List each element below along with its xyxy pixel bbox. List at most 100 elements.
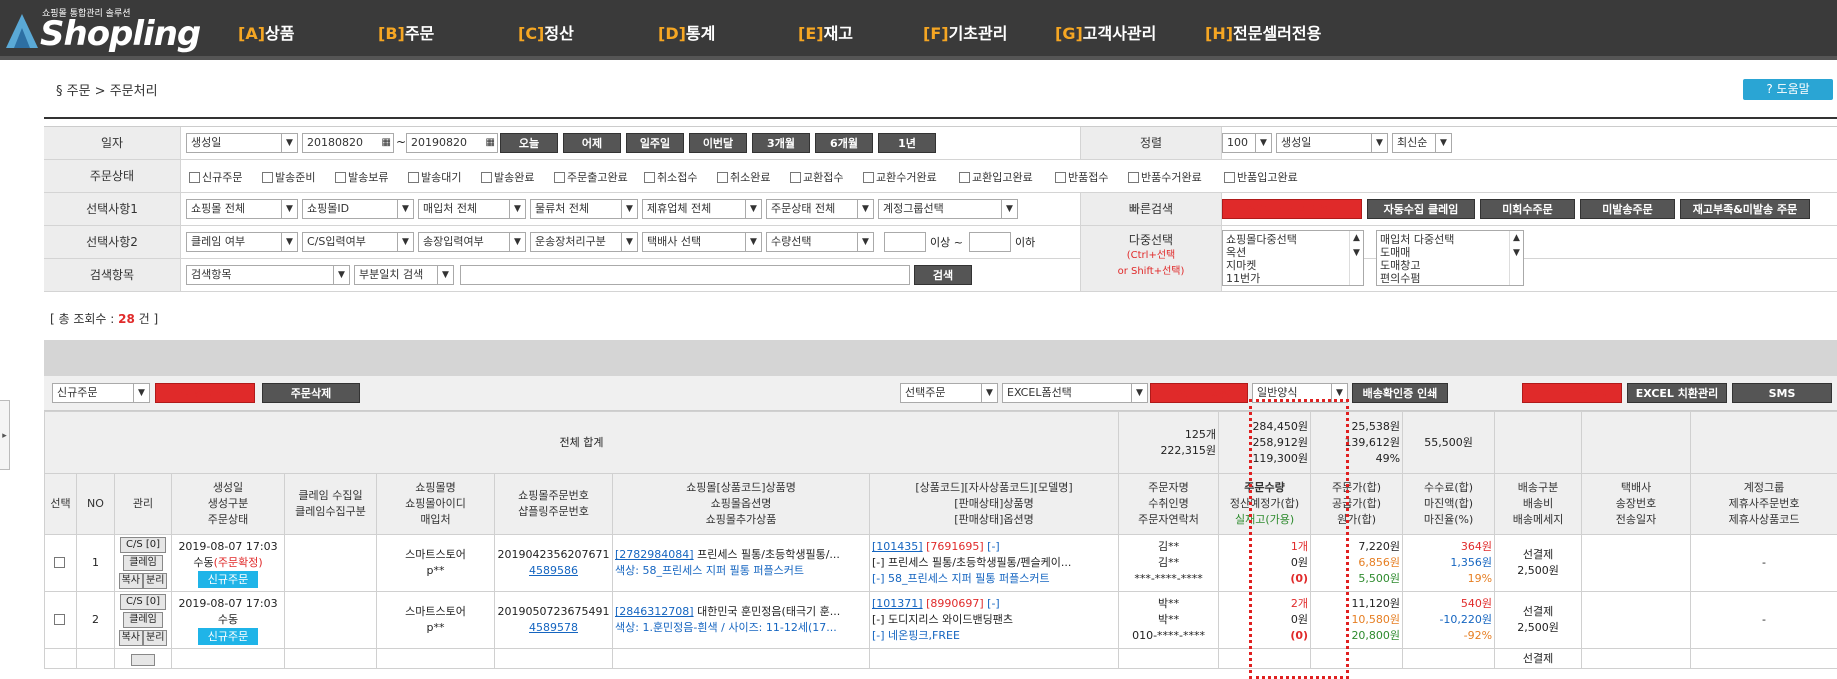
status-checkbox-cancel-req[interactable]: 취소접수 [644, 169, 697, 185]
select-order-select[interactable]: 선택주문 ▼ [900, 383, 998, 403]
status-checkbox-exchange-req[interactable]: 교환접수 [790, 169, 843, 185]
claim-button[interactable]: 클레임 [123, 555, 163, 571]
chevron-down-icon: ▼ [857, 233, 873, 251]
table-row: 선결제 [44, 648, 1837, 669]
excel-form-mgmt-button[interactable]: EXCEL 폼관리 [1522, 383, 1622, 403]
cs-select[interactable]: C/S입력여부 ▼ [302, 232, 414, 252]
courier-select[interactable]: 택배사 선택 ▼ [642, 232, 762, 252]
week-button[interactable]: 일주일 [626, 133, 684, 153]
menu-basic-management[interactable]: [F]기초관리 [923, 20, 1007, 44]
print-button[interactable]: 배송확인증 인쇄 [1352, 383, 1448, 403]
unshipped-button[interactable]: 미발송주문 [1580, 199, 1675, 219]
status-checkbox-ready[interactable]: 발송준비 [262, 169, 315, 185]
claim-button[interactable]: 클레임 [123, 612, 163, 628]
status-checkbox-exchange-collect[interactable]: 교환수거완료 [863, 169, 937, 185]
mall-multi-select[interactable]: 쇼핑몰다중선택 옥션 지마켓 11번가 ▲ ▼ [1222, 230, 1364, 286]
stock-shortage-button[interactable]: 재고부족&미발송 주문 [1680, 199, 1810, 219]
new-order-select[interactable]: 신규주문 ▼ [52, 383, 150, 403]
6month-button[interactable]: 6개월 [815, 133, 873, 153]
mall-product-code-link[interactable]: [2846312708] [615, 605, 694, 618]
unreturned-button[interactable]: 미회수주문 [1480, 199, 1575, 219]
this-month-button[interactable]: 이번달 [689, 133, 747, 153]
mall-select[interactable]: 쇼핑몰 전체 ▼ [186, 199, 298, 219]
qty-min-input[interactable] [884, 232, 926, 252]
status-checkbox-return-in[interactable]: 반품입고완료 [1224, 169, 1298, 185]
shopling-order-link[interactable]: 4589578 [497, 620, 610, 636]
status-checkbox-shipped[interactable]: 발송완료 [481, 169, 534, 185]
order-status-select[interactable]: 주문상태 전체 ▼ [766, 199, 874, 219]
menu-settlement[interactable]: [C]정산 [518, 20, 574, 44]
claim-select[interactable]: 클레임 여부 ▼ [186, 232, 298, 252]
status-checkbox-released[interactable]: 주문출고완료 [554, 169, 628, 185]
status-checkbox-cancel-done[interactable]: 취소완료 [717, 169, 770, 185]
copy-button[interactable]: 복사 [118, 630, 143, 646]
chevron-down-icon: ▼ [857, 200, 873, 218]
product-code-link[interactable]: [101371] [872, 597, 923, 610]
side-collapse-tab[interactable]: ▸ [0, 400, 10, 470]
excel-replace-button[interactable]: EXCEL 치환관리 [1627, 383, 1727, 403]
sort-order-select[interactable]: 최신순 ▼ [1392, 133, 1452, 153]
excel-save-button[interactable]: EXCEL 저장 [1150, 383, 1248, 403]
logistics-select[interactable]: 물류처 전체 ▼ [530, 199, 638, 219]
cs-button[interactable]: C/S [0] [119, 537, 167, 553]
shopling-order-link[interactable]: 4589586 [497, 563, 610, 579]
menu-client-management[interactable]: [G]고객사관리 [1055, 20, 1156, 44]
split-button[interactable]: 분리 [143, 630, 168, 646]
search-mode-select[interactable]: 부분일치 검색 ▼ [354, 265, 454, 285]
mall-product-code-link[interactable]: [2782984084] [615, 548, 694, 561]
change-status-button[interactable]: 주문상태변경 [155, 383, 255, 403]
cs-button[interactable]: C/S [0] [119, 594, 167, 610]
vendor-multi-select[interactable]: 매입처 다중선택 도매매 도매창고 편의수펌 ▲ ▼ [1376, 230, 1524, 286]
search-input[interactable] [460, 265, 910, 285]
search-button[interactable]: 검색 [914, 265, 972, 285]
copy-button[interactable]: 복사 [118, 573, 143, 589]
sort-field-select[interactable]: 생성일 ▼ [1276, 133, 1388, 153]
menu-inventory[interactable]: [E]재고 [798, 20, 853, 44]
3month-button[interactable]: 3개월 [752, 133, 810, 153]
vendor-select[interactable]: 매입처 전체 ▼ [418, 199, 526, 219]
row-product: [101435] [7691695] [-] [-] 프린세스 필통/초등학생필통… [868, 534, 1120, 592]
scrollbar[interactable]: ▲ ▼ [1509, 231, 1523, 285]
partner-select[interactable]: 제휴업체 전체 ▼ [642, 199, 762, 219]
mall-id-select[interactable]: 쇼핑몰ID ▼ [302, 199, 414, 219]
auto-claim-button[interactable]: 자동수집 클레임 [1367, 199, 1475, 219]
invoice-select[interactable]: 송장입력여부 ▼ [418, 232, 526, 252]
quantity-select[interactable]: 수량선택 ▼ [766, 232, 874, 252]
status-badge[interactable]: 신규주문 [197, 627, 259, 645]
help-button[interactable]: ? 도움말 [1743, 79, 1833, 100]
split-button[interactable]: 분리 [143, 573, 168, 589]
account-group-select[interactable]: 계정그룹선택 ▼ [878, 199, 1018, 219]
menu-statistics[interactable]: [D]통계 [658, 20, 715, 44]
status-checkbox-new[interactable]: 신규주문 [189, 169, 242, 185]
status-badge[interactable]: 신규주문 [197, 570, 259, 588]
date-type-select[interactable]: 생성일 ▼ [186, 133, 298, 153]
1year-button[interactable]: 1년 [878, 133, 936, 153]
date-from-input[interactable]: 20180820 ▦ [302, 133, 394, 153]
today-button[interactable]: 오늘 [500, 133, 558, 153]
qty-max-input[interactable] [969, 232, 1011, 252]
status-checkbox-return-req[interactable]: 반품접수 [1055, 169, 1108, 185]
date-to-input[interactable]: 20190820 ▦ [406, 133, 498, 153]
sms-button[interactable]: SMS [1732, 383, 1832, 403]
menu-product[interactable]: [A]상품 [238, 20, 294, 44]
status-checkbox-exchange-in[interactable]: 교환입고완료 [959, 169, 1033, 185]
menu-order[interactable]: [B]주문 [378, 20, 434, 44]
search-field-select[interactable]: 검색항목 ▼ [186, 265, 350, 285]
logo-text[interactable]: Shopling [40, 14, 201, 54]
scrollbar[interactable]: ▲ ▼ [1349, 231, 1363, 285]
excel-form-select[interactable]: EXCEL폼선택 ▼ [1002, 383, 1148, 403]
sort-count-select[interactable]: 100 ▼ [1222, 133, 1272, 153]
row-checkbox[interactable] [54, 556, 67, 569]
status-checkbox-wait[interactable]: 발송대기 [408, 169, 461, 185]
status-checkbox-hold[interactable]: 발송보류 [335, 169, 388, 185]
order-flow-button[interactable]: 주문처리흐름도 열기 [1222, 199, 1362, 219]
chevron-down-icon: ▼ [745, 200, 761, 218]
row-checkbox[interactable] [54, 613, 67, 626]
product-code-link[interactable]: [101435] [872, 540, 923, 553]
menu-pro-seller[interactable]: [H]전문셀러전용 [1205, 20, 1321, 44]
yesterday-button[interactable]: 어제 [563, 133, 621, 153]
delete-order-button[interactable]: 주문삭제 [262, 383, 360, 403]
status-checkbox-return-collect[interactable]: 반품수거완료 [1128, 169, 1202, 185]
waybill-select[interactable]: 운송장처리구분 ▼ [530, 232, 638, 252]
header-mall: 쇼핑몰명 쇼핑몰아이디 매입처 [376, 473, 495, 535]
